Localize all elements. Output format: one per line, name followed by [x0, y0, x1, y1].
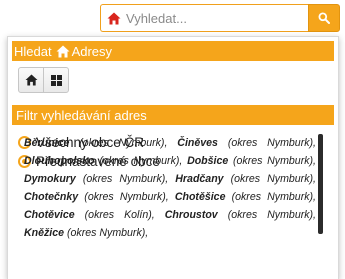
municipality-name: Chotěšice [174, 191, 226, 203]
district-name: (okres Nymburk), [230, 173, 316, 185]
panel-header-prefix: Hledat [14, 43, 52, 59]
search-bar [100, 4, 340, 32]
panel-header: Hledat Adresy [12, 41, 334, 61]
list-item[interactable]: Běrunice (okres Nymburk), [24, 137, 167, 149]
district-name: (okres Nymburk), [227, 209, 316, 221]
district-name: (okres Nymburk), [67, 227, 149, 239]
district-name: (okres Nymburk), [99, 155, 183, 167]
panel-toolbar [18, 67, 69, 93]
grid-icon [50, 74, 62, 86]
district-name: (okres Nymburk), [84, 191, 169, 203]
district-name: (okres Nymburk), [231, 191, 316, 203]
municipality-list: Běrunice (okres Nymburk), Činěves (okres… [24, 134, 316, 243]
district-name: (okres Nymburk), [227, 137, 316, 149]
municipality-name: Činěves [177, 137, 218, 149]
municipality-name: Dlouhopolsko [24, 155, 95, 167]
district-name: (okres Nymburk), [79, 137, 168, 149]
search-box[interactable] [100, 4, 308, 32]
scroll-thumb[interactable] [318, 134, 323, 234]
municipality-name: Běrunice [24, 137, 70, 149]
list-item[interactable]: Dymokury (okres Nymburk), [24, 173, 168, 185]
municipality-name: Chotěvice [24, 209, 75, 221]
search-button[interactable] [308, 4, 340, 32]
list-item[interactable]: Chroustov (okres Nymburk), [165, 209, 316, 221]
home-view-button[interactable] [18, 67, 44, 93]
filter-header: Filtr vyhledávání adres [12, 105, 334, 125]
grid-view-button[interactable] [43, 67, 69, 93]
list-item[interactable]: Chotěvice (okres Kolín), [24, 209, 155, 221]
search-input[interactable] [126, 10, 286, 26]
municipality-name: Dymokury [24, 173, 76, 185]
list-scrollbar[interactable] [318, 134, 324, 243]
list-item[interactable]: Kněžice (okres Nymburk), [24, 227, 148, 239]
list-item[interactable]: Hradčany (okres Nymburk), [175, 173, 316, 185]
municipality-name: Chotečnky [24, 191, 79, 203]
home-icon [107, 12, 121, 24]
list-item[interactable]: Dobšice (okres Nymburk), [187, 155, 316, 167]
list-item[interactable]: Chotěšice (okres Nymburk), [175, 191, 316, 203]
home-icon [56, 45, 70, 57]
search-icon [318, 12, 330, 24]
home-icon [25, 74, 37, 86]
municipality-name: Dobšice [187, 155, 229, 167]
district-name: (okres Nymburk), [82, 173, 169, 185]
list-item[interactable]: Činěves (okres Nymburk), [177, 137, 316, 149]
district-name: (okres Kolín), [84, 209, 155, 221]
list-item[interactable]: Dlouhopolsko (okres Nymburk), [24, 155, 182, 167]
municipality-name: Kněžice [24, 227, 65, 239]
list-item[interactable]: Chotečnky (okres Nymburk), [24, 191, 169, 203]
panel-header-suffix: Adresy [71, 43, 113, 59]
district-name: (okres Nymburk), [233, 155, 316, 167]
municipality-name: Hradčany [175, 173, 224, 185]
municipality-name: Chroustov [164, 209, 218, 221]
